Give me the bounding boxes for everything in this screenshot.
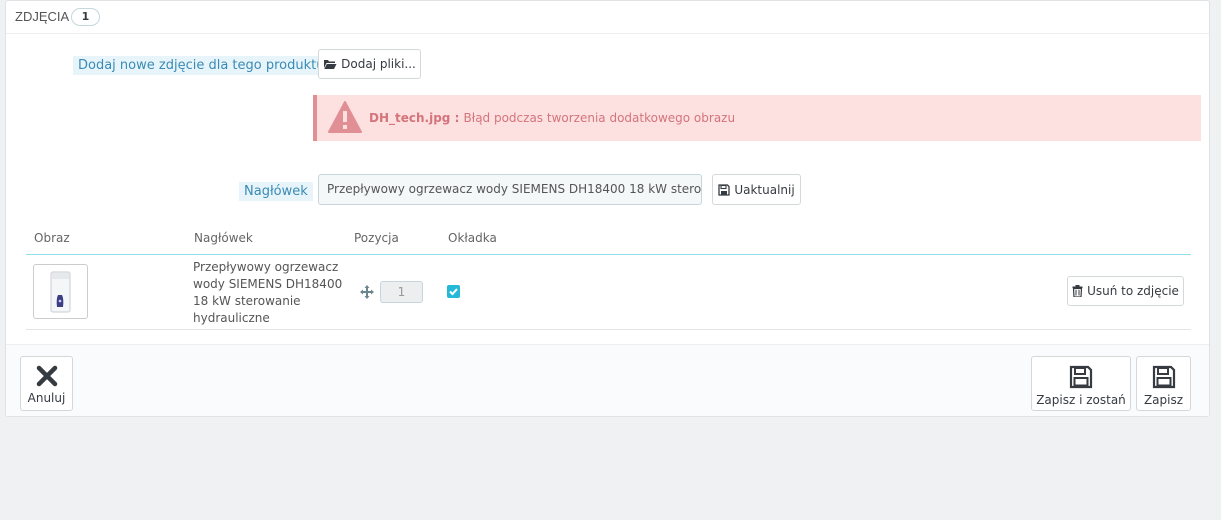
caption-input[interactable]: Przepływowy ogrzewacz wody SIEMENS DH184… [318,174,702,205]
table-header-divider [26,254,1191,255]
update-caption-button-label: Uaktualnij [734,182,795,197]
column-header-position: Pozycja [354,231,399,245]
move-arrows-icon[interactable] [359,284,375,300]
trash-icon [1072,285,1083,297]
cancel-button[interactable]: Anuluj [20,356,73,411]
column-header-image: Obraz [34,231,70,245]
floppy-disk-icon [1069,365,1093,389]
caption-label: Nagłówek [239,182,313,201]
save-and-stay-button-label: Zapisz i zostań [1036,393,1126,407]
checkmark-icon [449,288,458,296]
panel-title: ZDJĘCIA [15,9,70,24]
row-caption: Przepływowy ogrzewacz wody SIEMENS DH184… [193,260,343,325]
panel-heading: ZDJĘCIA 1 [6,1,1209,34]
panel-footer: Anuluj Zapisz i zostań Zapisz [6,344,1209,416]
images-panel: ZDJĘCIA 1 Dodaj nowe zdjęcie dla tego pr… [5,0,1210,417]
column-header-cover: Okładka [448,231,497,245]
warning-icon [328,101,362,133]
position-input[interactable]: 1 [380,281,423,303]
column-header-caption: Nagłówek [194,231,253,245]
table-row-divider [26,329,1191,330]
add-files-button[interactable]: Dodaj pliki... [318,49,421,79]
upload-label: Dodaj nowe zdjęcie dla tego produktu [73,56,330,75]
save-button[interactable]: Zapisz [1136,356,1191,411]
delete-image-button[interactable]: Usuń to zdjęcie [1067,276,1184,306]
error-alert: DH_tech.jpg : Błąd podczas tworzenia dod… [313,95,1201,141]
save-and-stay-button[interactable]: Zapisz i zostań [1031,356,1131,411]
delete-image-button-label: Usuń to zdjęcie [1087,284,1179,298]
error-alert-text: DH_tech.jpg : Błąd podczas tworzenia dod… [369,111,735,125]
image-thumbnail[interactable] [33,264,88,319]
cover-checkbox[interactable] [447,285,460,298]
floppy-disk-icon [1152,365,1175,389]
water-heater-image [50,271,71,313]
floppy-disk-icon [718,183,730,196]
error-filename: DH_tech.jpg [369,111,451,125]
add-files-button-label: Dodaj pliki... [341,57,416,71]
cancel-button-label: Anuluj [27,391,66,405]
update-caption-button[interactable]: Uaktualnij [712,174,801,205]
save-button-label: Zapisz [1143,393,1184,407]
image-count-badge: 1 [71,8,100,26]
close-icon [36,365,57,387]
folder-open-icon [324,60,337,69]
error-separator: : [450,111,464,125]
error-message: Błąd podczas tworzenia dodatkowego obraz… [463,111,736,125]
